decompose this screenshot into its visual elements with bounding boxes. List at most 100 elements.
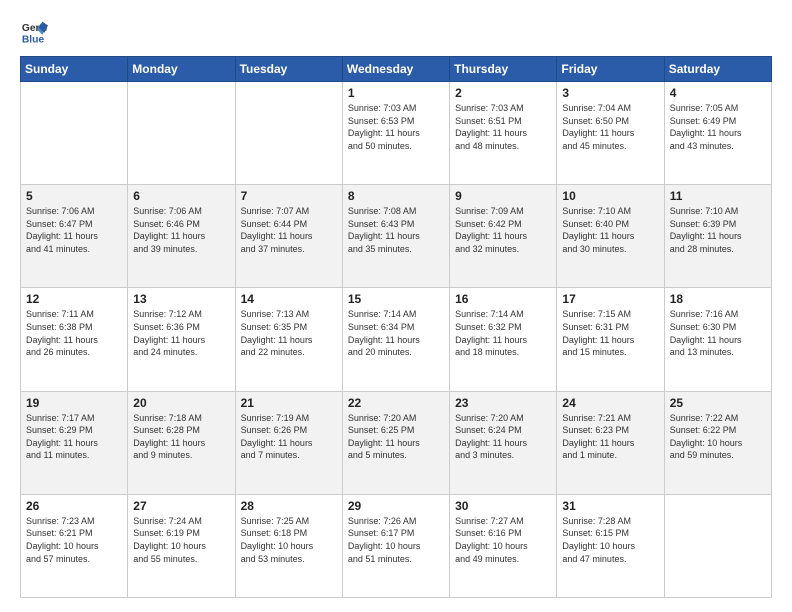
day-number: 23	[455, 396, 551, 410]
day-number: 11	[670, 189, 766, 203]
calendar-cell: 15 Sunrise: 7:14 AM Sunset: 6:34 PM Dayli…	[342, 288, 449, 391]
day-info: Sunrise: 7:13 AM Sunset: 6:35 PM Dayligh…	[241, 308, 337, 358]
day-number: 20	[133, 396, 229, 410]
day-number: 6	[133, 189, 229, 203]
weekday-header-sunday: Sunday	[21, 57, 128, 82]
day-number: 24	[562, 396, 658, 410]
calendar-cell: 2 Sunrise: 7:03 AM Sunset: 6:51 PM Daylig…	[450, 82, 557, 185]
day-number: 29	[348, 499, 444, 513]
day-info: Sunrise: 7:24 AM Sunset: 6:19 PM Dayligh…	[133, 515, 229, 565]
day-number: 2	[455, 86, 551, 100]
calendar-cell	[664, 494, 771, 597]
day-info: Sunrise: 7:25 AM Sunset: 6:18 PM Dayligh…	[241, 515, 337, 565]
day-number: 16	[455, 292, 551, 306]
day-info: Sunrise: 7:20 AM Sunset: 6:25 PM Dayligh…	[348, 412, 444, 462]
day-number: 10	[562, 189, 658, 203]
calendar-cell: 16 Sunrise: 7:14 AM Sunset: 6:32 PM Dayli…	[450, 288, 557, 391]
calendar-cell: 6 Sunrise: 7:06 AM Sunset: 6:46 PM Daylig…	[128, 185, 235, 288]
calendar-cell: 14 Sunrise: 7:13 AM Sunset: 6:35 PM Dayli…	[235, 288, 342, 391]
day-number: 27	[133, 499, 229, 513]
day-number: 19	[26, 396, 122, 410]
calendar-cell	[21, 82, 128, 185]
week-row-4: 19 Sunrise: 7:17 AM Sunset: 6:29 PM Dayli…	[21, 391, 772, 494]
week-row-3: 12Sunrise: 7:11 AM Sunset: 6:38 PM Dayli…	[21, 288, 772, 391]
calendar-cell: 13 Sunrise: 7:12 AM Sunset: 6:36 PM Dayli…	[128, 288, 235, 391]
calendar-cell: 17 Sunrise: 7:15 AM Sunset: 6:31 PM Dayli…	[557, 288, 664, 391]
day-info: Sunrise: 7:27 AM Sunset: 6:16 PM Dayligh…	[455, 515, 551, 565]
calendar-cell: 31 Sunrise: 7:28 AM Sunset: 6:15 PM Dayli…	[557, 494, 664, 597]
weekday-header-thursday: Thursday	[450, 57, 557, 82]
day-number: 1	[348, 86, 444, 100]
calendar-cell: 23 Sunrise: 7:20 AM Sunset: 6:24 PM Dayli…	[450, 391, 557, 494]
calendar-cell: 3Sunrise: 7:04 AM Sunset: 6:50 PM Daylig…	[557, 82, 664, 185]
day-info: Sunrise: 7:06 AM Sunset: 6:47 PM Dayligh…	[26, 205, 122, 255]
calendar-cell: 25 Sunrise: 7:22 AM Sunset: 6:22 PM Dayli…	[664, 391, 771, 494]
week-row-5: 26Sunrise: 7:23 AM Sunset: 6:21 PM Dayli…	[21, 494, 772, 597]
week-row-1: 1 Sunrise: 7:03 AM Sunset: 6:53 PM Daylig…	[21, 82, 772, 185]
day-info: Sunrise: 7:12 AM Sunset: 6:36 PM Dayligh…	[133, 308, 229, 358]
day-info: Sunrise: 7:08 AM Sunset: 6:43 PM Dayligh…	[348, 205, 444, 255]
day-info: Sunrise: 7:28 AM Sunset: 6:15 PM Dayligh…	[562, 515, 658, 565]
day-info: Sunrise: 7:03 AM Sunset: 6:51 PM Dayligh…	[455, 102, 551, 152]
day-info: Sunrise: 7:22 AM Sunset: 6:22 PM Dayligh…	[670, 412, 766, 462]
day-number: 18	[670, 292, 766, 306]
logo-icon: General Blue	[20, 18, 48, 46]
day-info: Sunrise: 7:06 AM Sunset: 6:46 PM Dayligh…	[133, 205, 229, 255]
calendar-cell: 9 Sunrise: 7:09 AM Sunset: 6:42 PM Daylig…	[450, 185, 557, 288]
day-info: Sunrise: 7:07 AM Sunset: 6:44 PM Dayligh…	[241, 205, 337, 255]
day-number: 4	[670, 86, 766, 100]
day-number: 25	[670, 396, 766, 410]
day-info: Sunrise: 7:21 AM Sunset: 6:23 PM Dayligh…	[562, 412, 658, 462]
day-info: Sunrise: 7:10 AM Sunset: 6:39 PM Dayligh…	[670, 205, 766, 255]
calendar-cell	[128, 82, 235, 185]
calendar-cell: 29Sunrise: 7:26 AM Sunset: 6:17 PM Dayli…	[342, 494, 449, 597]
day-number: 31	[562, 499, 658, 513]
day-number: 22	[348, 396, 444, 410]
calendar-cell: 27 Sunrise: 7:24 AM Sunset: 6:19 PM Dayli…	[128, 494, 235, 597]
calendar-cell: 30 Sunrise: 7:27 AM Sunset: 6:16 PM Dayli…	[450, 494, 557, 597]
day-number: 15	[348, 292, 444, 306]
calendar-cell: 1 Sunrise: 7:03 AM Sunset: 6:53 PM Daylig…	[342, 82, 449, 185]
weekday-header-monday: Monday	[128, 57, 235, 82]
page: General Blue SundayMondayTuesdayWednesda…	[0, 0, 792, 612]
header: General Blue	[20, 18, 772, 46]
weekday-header-friday: Friday	[557, 57, 664, 82]
day-number: 14	[241, 292, 337, 306]
day-number: 26	[26, 499, 122, 513]
day-number: 13	[133, 292, 229, 306]
calendar-cell: 19 Sunrise: 7:17 AM Sunset: 6:29 PM Dayli…	[21, 391, 128, 494]
day-number: 17	[562, 292, 658, 306]
calendar-table: SundayMondayTuesdayWednesdayThursdayFrid…	[20, 56, 772, 598]
day-number: 28	[241, 499, 337, 513]
day-number: 30	[455, 499, 551, 513]
day-info: Sunrise: 7:14 AM Sunset: 6:34 PM Dayligh…	[348, 308, 444, 358]
day-info: Sunrise: 7:10 AM Sunset: 6:40 PM Dayligh…	[562, 205, 658, 255]
logo: General Blue	[20, 18, 48, 46]
day-number: 5	[26, 189, 122, 203]
weekday-header-row: SundayMondayTuesdayWednesdayThursdayFrid…	[21, 57, 772, 82]
calendar-cell: 10 Sunrise: 7:10 AM Sunset: 6:40 PM Dayli…	[557, 185, 664, 288]
calendar-cell: 18Sunrise: 7:16 AM Sunset: 6:30 PM Dayli…	[664, 288, 771, 391]
day-info: Sunrise: 7:15 AM Sunset: 6:31 PM Dayligh…	[562, 308, 658, 358]
day-info: Sunrise: 7:17 AM Sunset: 6:29 PM Dayligh…	[26, 412, 122, 462]
week-row-2: 5 Sunrise: 7:06 AM Sunset: 6:47 PM Daylig…	[21, 185, 772, 288]
calendar-cell: 5 Sunrise: 7:06 AM Sunset: 6:47 PM Daylig…	[21, 185, 128, 288]
day-info: Sunrise: 7:20 AM Sunset: 6:24 PM Dayligh…	[455, 412, 551, 462]
day-number: 8	[348, 189, 444, 203]
calendar-cell	[235, 82, 342, 185]
calendar-cell: 7Sunrise: 7:07 AM Sunset: 6:44 PM Daylig…	[235, 185, 342, 288]
day-number: 12	[26, 292, 122, 306]
calendar-cell: 22 Sunrise: 7:20 AM Sunset: 6:25 PM Dayli…	[342, 391, 449, 494]
day-info: Sunrise: 7:14 AM Sunset: 6:32 PM Dayligh…	[455, 308, 551, 358]
svg-text:Blue: Blue	[22, 34, 45, 45]
calendar-cell: 4Sunrise: 7:05 AM Sunset: 6:49 PM Daylig…	[664, 82, 771, 185]
calendar-cell: 26Sunrise: 7:23 AM Sunset: 6:21 PM Dayli…	[21, 494, 128, 597]
day-info: Sunrise: 7:09 AM Sunset: 6:42 PM Dayligh…	[455, 205, 551, 255]
calendar-cell: 20Sunrise: 7:18 AM Sunset: 6:28 PM Dayli…	[128, 391, 235, 494]
day-number: 3	[562, 86, 658, 100]
calendar-cell: 11 Sunrise: 7:10 AM Sunset: 6:39 PM Dayli…	[664, 185, 771, 288]
day-number: 9	[455, 189, 551, 203]
weekday-header-tuesday: Tuesday	[235, 57, 342, 82]
day-info: Sunrise: 7:03 AM Sunset: 6:53 PM Dayligh…	[348, 102, 444, 152]
calendar-cell: 21Sunrise: 7:19 AM Sunset: 6:26 PM Dayli…	[235, 391, 342, 494]
